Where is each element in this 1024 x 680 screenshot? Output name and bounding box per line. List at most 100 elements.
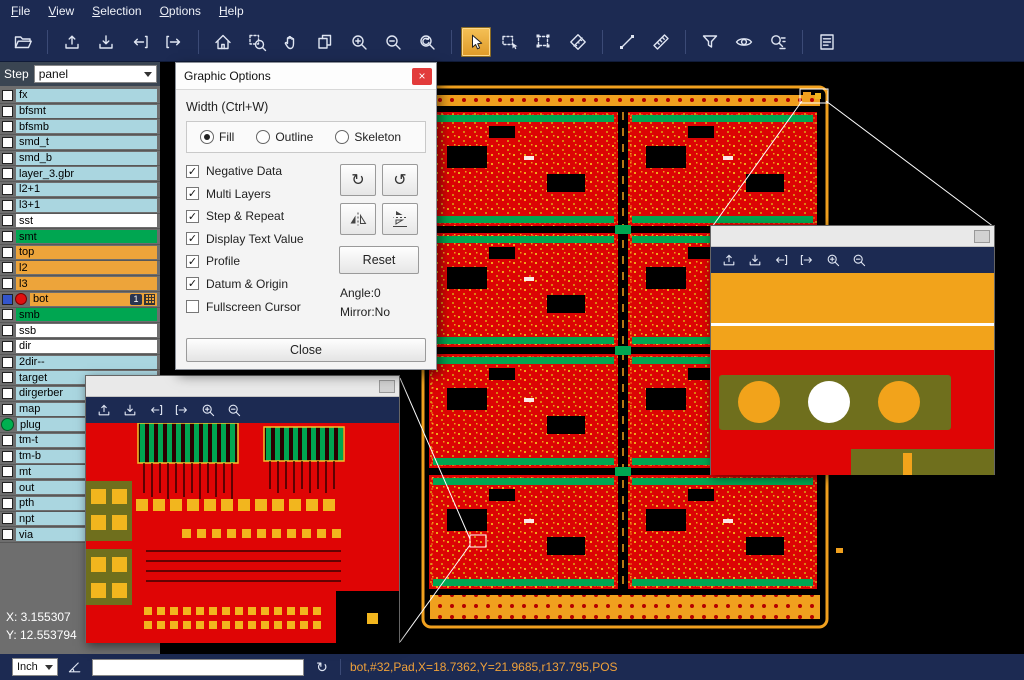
layer-checkbox[interactable] [2,466,13,477]
layer-row-top[interactable]: top [0,245,160,261]
layer-checkbox[interactable] [2,184,13,195]
magnifier-2-titlebar[interactable] [711,226,994,247]
step-forward-button[interactable] [159,27,189,57]
find-text-button[interactable] [763,27,793,57]
measure-line-button[interactable] [612,27,642,57]
report-list-button[interactable] [812,27,842,57]
mirror-horizontal-button[interactable] [340,203,376,235]
measure-diamond-button[interactable] [563,27,593,57]
layer-row-ssb[interactable]: ssb [0,323,160,339]
layer-name[interactable]: fx [16,89,157,102]
rotate-ccw-button[interactable]: ↺ [382,164,418,196]
layer-name[interactable]: smd_b [16,152,157,165]
layer-checkbox[interactable] [2,121,13,132]
layer-row-l3[interactable]: l3 [0,276,160,292]
layer-checkbox[interactable] [2,513,13,524]
import-up-button[interactable] [57,27,87,57]
layer-checkbox[interactable] [2,325,13,336]
zoom-out-button[interactable] [848,249,870,271]
layer-row-smb[interactable]: smb [0,308,160,324]
layer-checkbox[interactable] [2,404,13,415]
close-icon[interactable]: × [412,68,432,85]
layer-row-l2+1[interactable]: l2+1 [0,182,160,198]
import-down-button[interactable] [119,399,141,421]
layer-checkbox[interactable] [2,137,13,148]
layer-checkbox[interactable] [2,106,13,117]
layer-checkbox[interactable] [2,482,13,493]
layer-checkbox[interactable] [2,309,13,320]
zoom-in-button[interactable] [197,399,219,421]
step-back-button[interactable] [145,399,167,421]
layer-checkbox[interactable] [2,90,13,101]
layer-checkbox[interactable] [2,372,13,383]
pan-hand-button[interactable] [276,27,306,57]
menu-item-file[interactable]: File [2,0,39,22]
checkbox-multi-layers[interactable]: ✓Multi Layers [186,187,332,201]
zoom-out-button[interactable] [223,399,245,421]
zoom-window-button[interactable] [242,27,272,57]
layer-row-smd_t[interactable]: smd_t [0,135,160,151]
layer-name[interactable]: l2+1 [16,183,157,196]
menu-item-help[interactable]: Help [210,0,253,22]
radio-fill[interactable]: Fill [200,130,234,144]
window-menu-button[interactable] [379,380,395,393]
layer-checkbox[interactable] [2,388,13,399]
menu-item-selection[interactable]: Selection [83,0,150,22]
layer-row-l2[interactable]: l2 [0,261,160,277]
layer-checkbox[interactable] [2,529,13,540]
step-forward-button[interactable] [796,249,818,271]
rotate-cw-button[interactable]: ↻ [340,164,376,196]
checkbox-fullscreen-cursor[interactable]: Fullscreen Cursor [186,300,332,314]
layer-checkbox[interactable] [2,451,13,462]
measure-ruler-button[interactable] [646,27,676,57]
view-eye-button[interactable] [729,27,759,57]
checkbox-negative-data[interactable]: ✓Negative Data [186,164,332,178]
radio-skeleton[interactable]: Skeleton [335,130,401,144]
layer-name[interactable]: dir [16,340,157,353]
step-forward-button[interactable] [171,399,193,421]
layer-checkbox[interactable] [2,168,13,179]
layer-row-dir[interactable]: dir [0,339,160,355]
zoom-in-button[interactable] [344,27,374,57]
layer-name[interactable]: layer_3.gbr [16,167,157,180]
layer-row-bfsmb[interactable]: bfsmb [0,119,160,135]
layer-name[interactable]: bot1 [30,293,157,306]
layer-checkbox[interactable] [2,498,13,509]
layer-checkbox[interactable] [2,357,13,368]
import-up-button[interactable] [93,399,115,421]
layer-row-l3+1[interactable]: l3+1 [0,198,160,214]
layer-row-smt[interactable]: smt [0,229,160,245]
layer-name[interactable]: smb [16,308,157,321]
layer-row-bfsmt[interactable]: bfsmt [0,104,160,120]
layer-checkbox[interactable] [2,435,13,446]
window-menu-button[interactable] [974,230,990,243]
menu-item-view[interactable]: View [39,0,83,22]
layer-row-smd_b[interactable]: smd_b [0,151,160,167]
layer-checkbox[interactable] [2,231,13,242]
layer-checkbox[interactable] [2,153,13,164]
magnifier-1-titlebar[interactable] [86,376,399,397]
home-view-button[interactable] [208,27,238,57]
layer-row-2dir--[interactable]: 2dir-- [0,355,160,371]
zoom-out-button[interactable] [378,27,408,57]
radio-outline[interactable]: Outline [256,130,313,144]
checkbox-profile[interactable]: ✓Profile [186,254,332,268]
layer-name[interactable]: 2dir-- [16,356,157,369]
menu-item-options[interactable]: Options [151,0,210,22]
layer-name[interactable]: bfsmt [16,105,157,118]
open-file-button[interactable] [8,27,38,57]
step-back-button[interactable] [770,249,792,271]
checkbox-datum-origin[interactable]: ✓Datum & Origin [186,277,332,291]
layer-checkbox[interactable] [2,341,13,352]
layer-row-layer_3.gbr[interactable]: layer_3.gbr [0,166,160,182]
refresh-icon[interactable]: ↻ [313,658,331,676]
step-back-button[interactable] [125,27,155,57]
layer-name[interactable]: l3 [16,277,157,290]
layer-checkbox[interactable] [2,294,13,305]
layer-checkbox[interactable] [2,215,13,226]
import-down-button[interactable] [744,249,766,271]
close-button[interactable]: Close [186,338,426,362]
filter-button[interactable] [695,27,725,57]
checkbox-display-text-value[interactable]: ✓Display Text Value [186,232,332,246]
import-up-button[interactable] [718,249,740,271]
